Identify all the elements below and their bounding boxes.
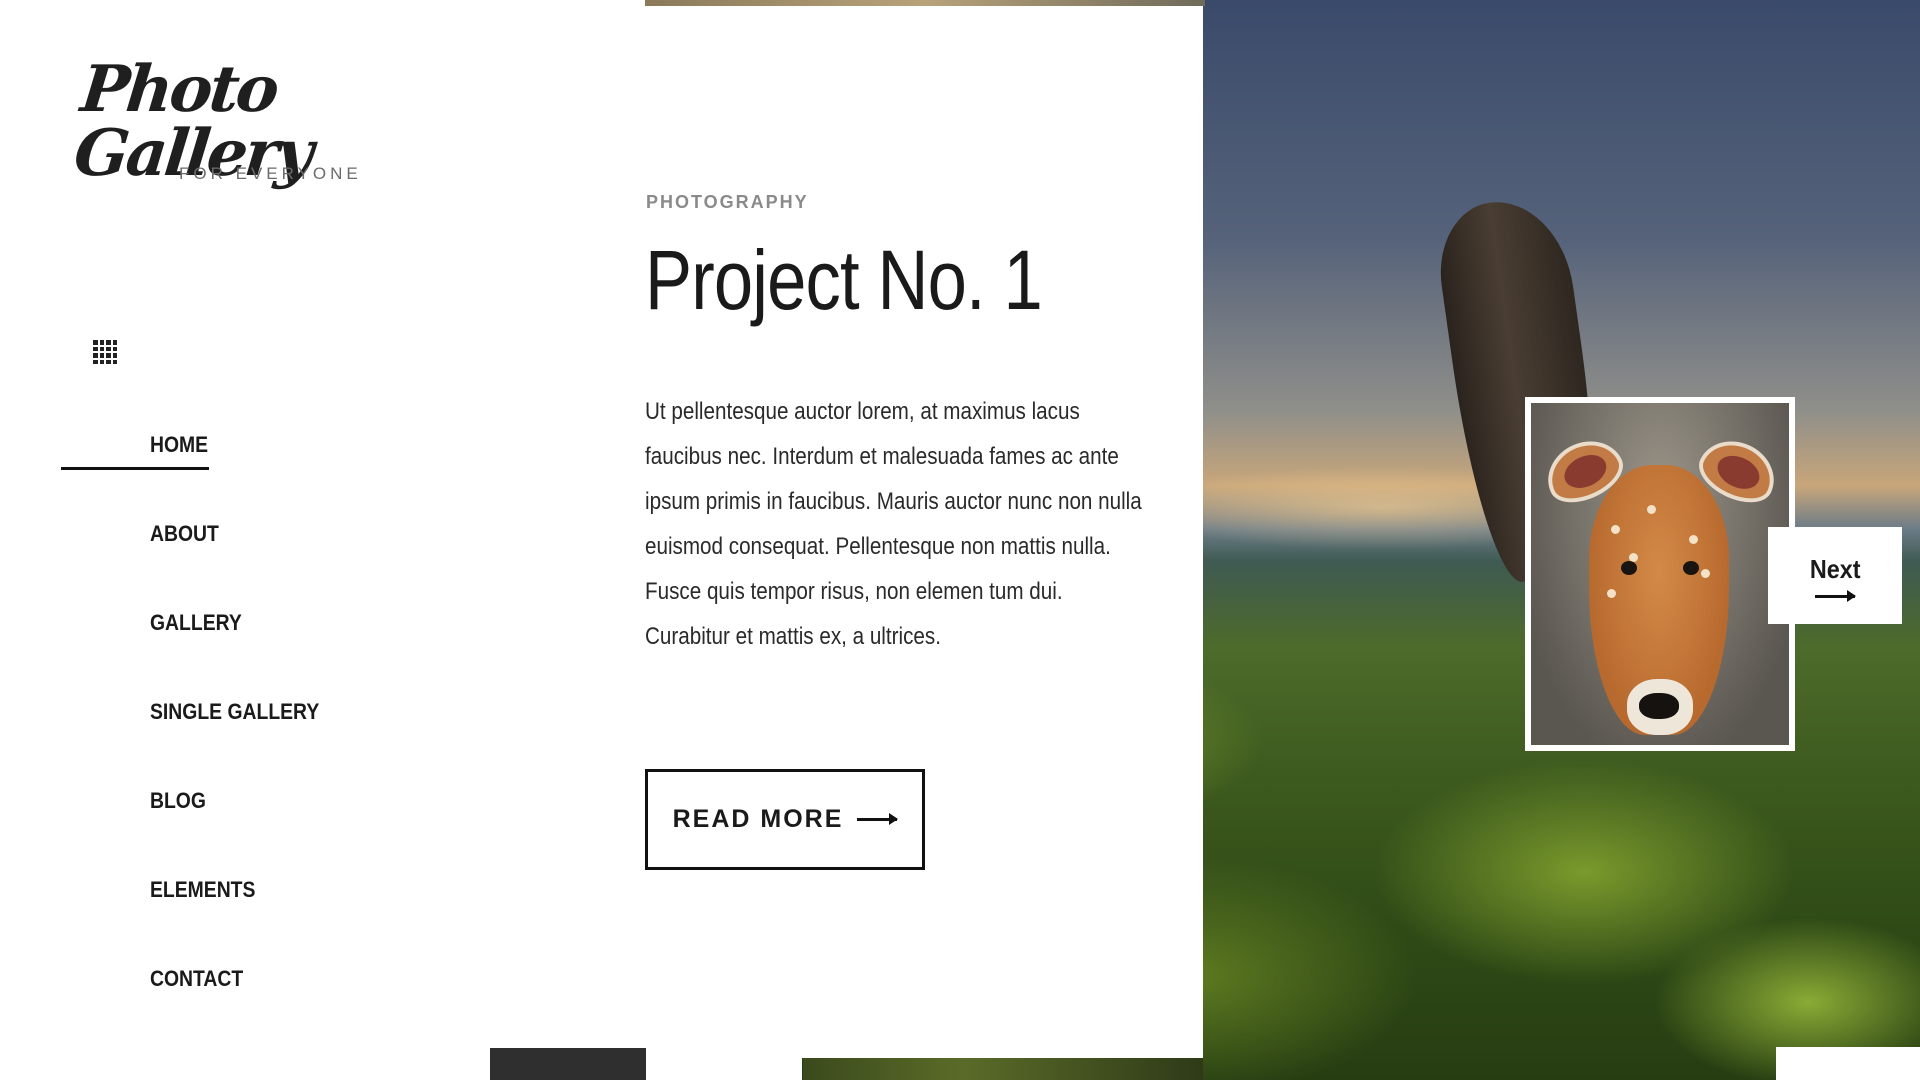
page: Photo Gallery FOR EVERYONE HOME ABOUT GA…: [0, 0, 1920, 1080]
next-slide-button[interactable]: Next: [1768, 527, 1902, 624]
nav-link-gallery[interactable]: GALLERY: [150, 610, 242, 636]
nav-item-elements: ELEMENTS: [0, 877, 500, 966]
nav-item-blog: BLOG: [0, 788, 500, 877]
nav-item-gallery: GALLERY: [0, 610, 500, 699]
nav-item-about: ABOUT: [0, 521, 500, 610]
sidebar: Photo Gallery FOR EVERYONE HOME ABOUT GA…: [0, 0, 500, 1080]
nav-link-elements[interactable]: ELEMENTS: [150, 877, 255, 903]
deer-eye-right: [1683, 561, 1699, 575]
next-slide-thumbnail[interactable]: [1525, 397, 1795, 751]
read-more-button[interactable]: READ MORE: [645, 769, 925, 870]
site-logo[interactable]: Photo Gallery FOR EVERYONE: [71, 52, 368, 191]
nav-link-blog[interactable]: BLOG: [150, 788, 206, 814]
nav-active-underline: [61, 467, 209, 470]
deer-eye-left: [1621, 561, 1637, 575]
main-nav: HOME ABOUT GALLERY SINGLE GALLERY BLOG E…: [0, 432, 500, 1055]
nav-link-home[interactable]: HOME: [150, 432, 208, 458]
project-category[interactable]: PHOTOGRAPHY: [646, 192, 809, 213]
arrow-right-icon: [857, 813, 899, 825]
read-more-label: READ MORE: [672, 805, 844, 833]
project-card: PHOTOGRAPHY Project No. 1 Ut pellentesqu…: [645, 6, 1203, 1058]
nav-item-contact: CONTACT: [0, 966, 500, 1055]
project-excerpt: Ut pellentesque auctor lorem, at maximus…: [645, 398, 1142, 650]
project-title: Project No. 1: [645, 233, 1043, 327]
next-label: Next: [1809, 553, 1861, 584]
deer-nose: [1639, 693, 1679, 719]
corner-panel: [1776, 1047, 1920, 1080]
nav-link-about[interactable]: ABOUT: [150, 521, 219, 547]
nav-link-single-gallery[interactable]: SINGLE GALLERY: [150, 699, 319, 725]
logo-tagline: FOR EVERYONE: [179, 164, 362, 183]
nav-item-single-gallery: SINGLE GALLERY: [0, 699, 500, 788]
slider-prev-block[interactable]: [490, 1048, 646, 1080]
nav-link-contact[interactable]: CONTACT: [150, 966, 243, 992]
grid-menu-icon[interactable]: [93, 340, 117, 364]
arrow-right-icon: [1815, 589, 1856, 602]
nav-item-home: HOME: [0, 432, 500, 521]
hero-bottom-strip: [803, 1056, 1203, 1080]
